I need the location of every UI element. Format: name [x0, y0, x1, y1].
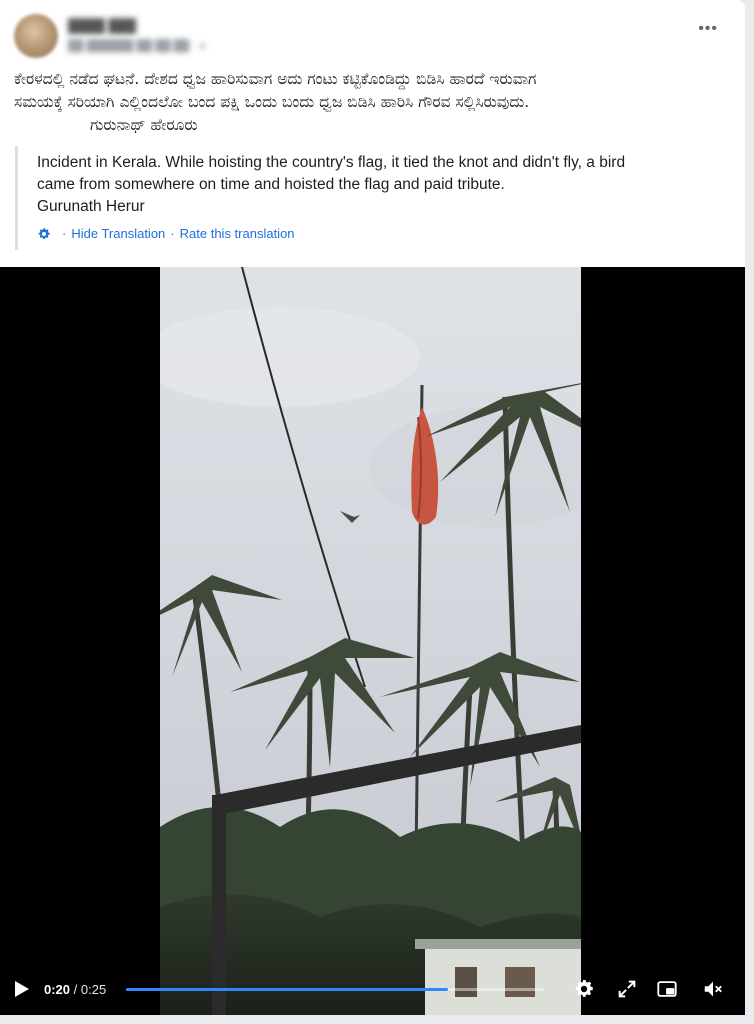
translated-text: Incident in Kerala. While hoisting the c… — [37, 152, 737, 218]
play-icon[interactable] — [14, 980, 30, 998]
translated-line: Incident in Kerala. While hoisting the c… — [37, 154, 626, 171]
volume-muted-icon[interactable] — [702, 978, 724, 1000]
settings-icon[interactable] — [573, 978, 595, 1000]
duration: 0:25 — [80, 982, 107, 997]
post-card: ████ ███ ██ ██████ ██ ██:██ · ● ••• ಕೇರಳ… — [0, 0, 745, 1015]
more-options-button[interactable]: ••• — [698, 21, 718, 37]
video-time: 0:20 / 0:25 — [44, 982, 106, 997]
author-name-blurred[interactable]: ████ ███ — [68, 18, 136, 33]
time-separator: / — [70, 982, 81, 997]
progress-bar[interactable] — [126, 988, 544, 991]
video-controls: 0:20 / 0:25 — [0, 967, 745, 1013]
translation-separator: · — [170, 226, 175, 241]
post-original-text: ಕೇರಳದಲ್ಲಿ ನಡೆದ ಘಟನೆ. ದೇಶದ ಧ್ವಜ ಹಾರಿಸುವಾಗ… — [14, 68, 734, 137]
video-frame-image — [160, 267, 581, 1015]
translation-actions: · Hide Translation · Rate this translati… — [37, 226, 295, 241]
translation-separator: · — [62, 226, 67, 241]
post-signature: ಗುರುನಾಥ್ ಹೇರೂರು — [90, 116, 198, 134]
picture-in-picture-icon[interactable] — [656, 978, 678, 1000]
progress-fill — [126, 988, 448, 991]
translated-signature: Gurunath Herur — [37, 198, 145, 215]
gear-icon — [38, 227, 50, 239]
video-player[interactable]: 0:20 / 0:25 — [0, 267, 745, 1015]
post-text-line: ಸಮಯಕ್ಕೆ ಸರಿಯಾಗಿ ಎಲ್ಲಿಂದಲೋ ಬಂದ ಪಕ್ಷಿ ಒಂದು… — [14, 93, 530, 111]
video-frame[interactable] — [160, 267, 581, 1015]
rate-translation-link[interactable]: Rate this translation — [180, 226, 295, 241]
current-time: 0:20 — [44, 982, 71, 997]
translation-block: Incident in Kerala. While hoisting the c… — [15, 146, 737, 250]
post-header: ████ ███ ██ ██████ ██ ██:██ · ● ••• — [14, 12, 734, 64]
hide-translation-link[interactable]: Hide Translation — [71, 226, 165, 241]
post-meta-blurred: ██ ██████ ██ ██:██ · ● — [68, 40, 206, 52]
avatar[interactable] — [14, 14, 58, 58]
translated-line: came from somewhere on time and hoisted … — [37, 176, 505, 193]
post-text-line: ಕೇರಳದಲ್ಲಿ ನಡೆದ ಘಟನೆ. ದೇಶದ ಧ್ವಜ ಹಾರಿಸುವಾಗ… — [14, 70, 537, 88]
fullscreen-icon[interactable] — [616, 978, 638, 1000]
